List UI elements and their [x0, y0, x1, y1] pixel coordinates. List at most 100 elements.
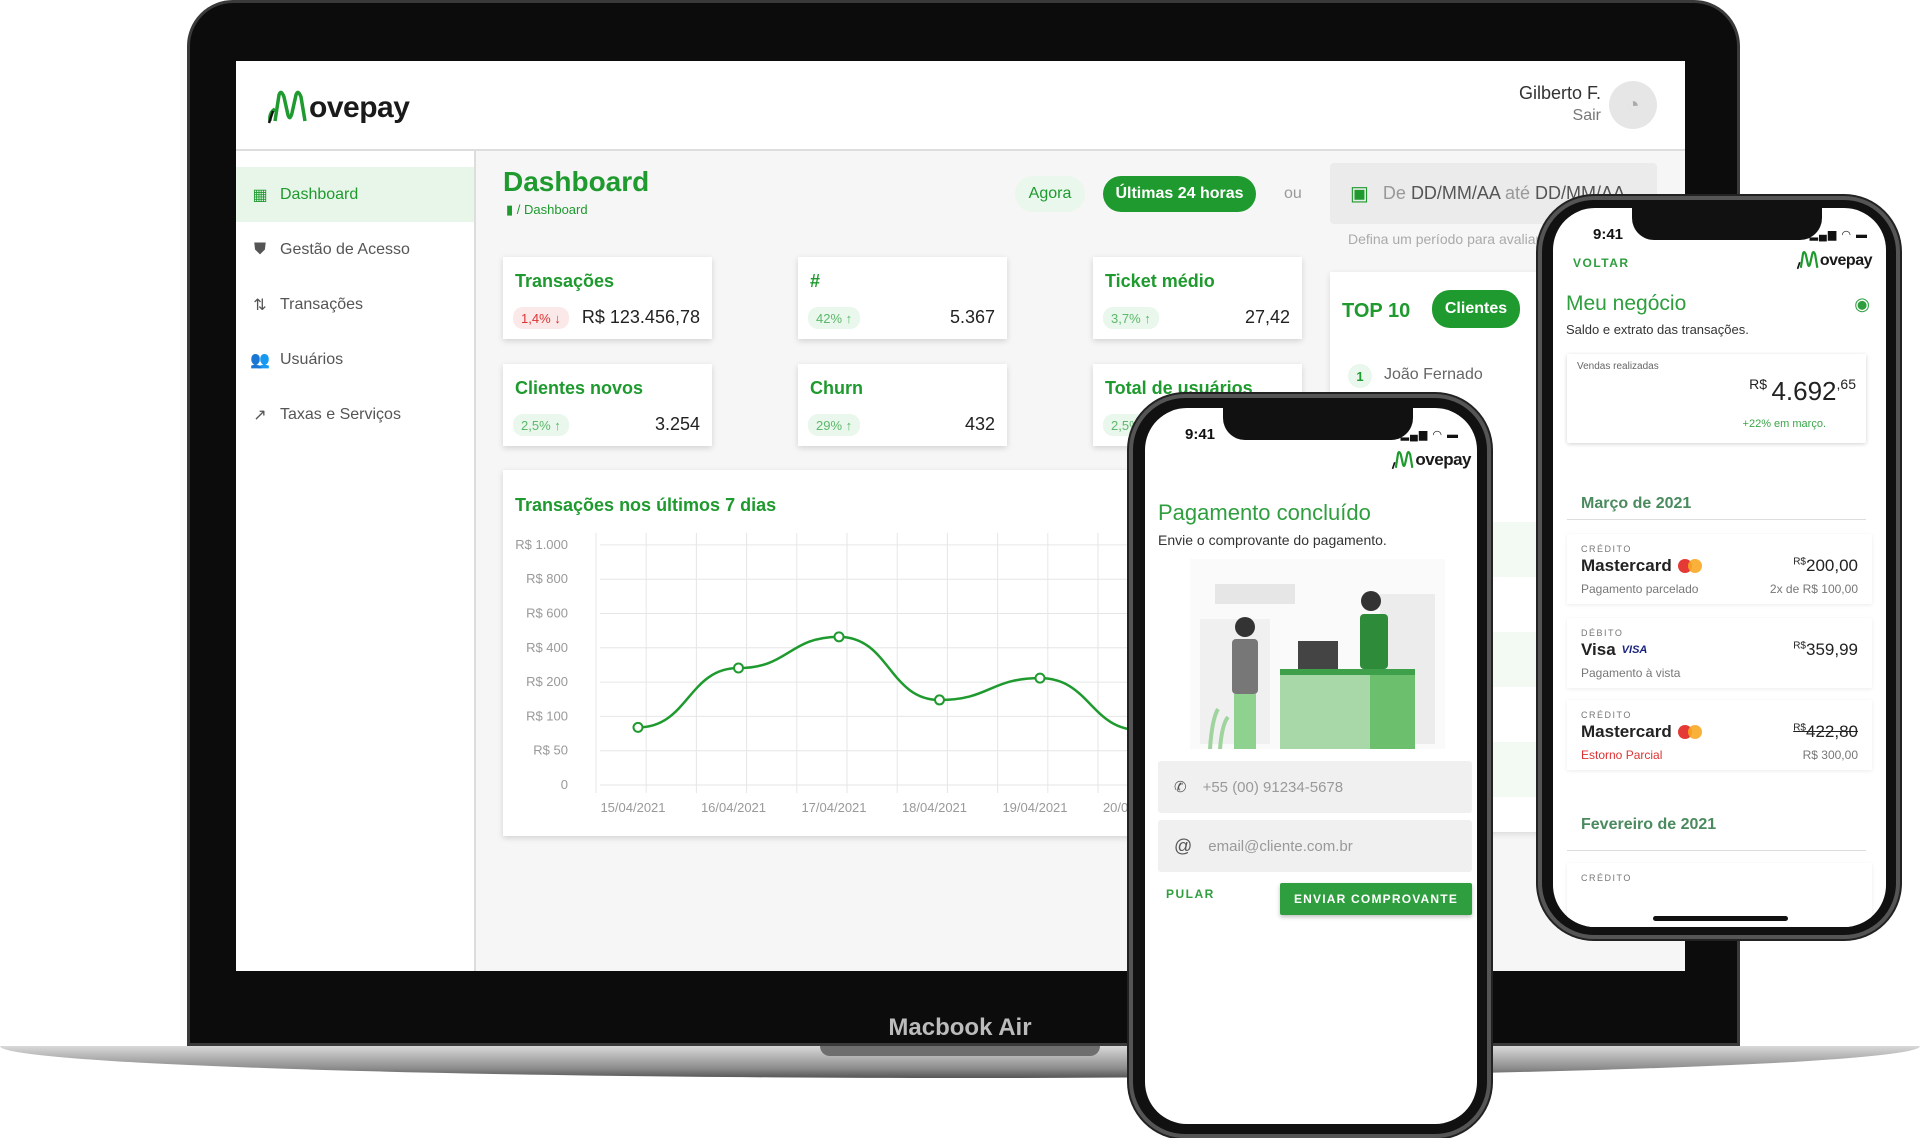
sales-label: Vendas realizadas — [1577, 361, 1659, 372]
logo-m-icon — [1392, 451, 1414, 470]
transaction-item[interactable]: CRÉDITO Mastercard Estorno Parcial R$422… — [1567, 700, 1872, 770]
tx-amount: 200,00 — [1806, 556, 1858, 575]
laptop-hinge — [820, 1046, 1100, 1056]
tx-original-amount: 422,80 — [1806, 722, 1858, 741]
x-tick-label: 19/04/2021 — [1002, 800, 1067, 815]
kpi-trend-badge: 42% ↑ — [808, 307, 861, 329]
top10-clients-tab[interactable]: Clientes — [1432, 290, 1520, 328]
phone-notch — [1631, 208, 1822, 240]
month-header: Março de 2021 — [1581, 495, 1692, 512]
sidebar-item-fees[interactable]: ↗ Taxas e Serviços — [236, 387, 474, 442]
now-filter-button[interactable]: Agora — [1015, 176, 1085, 212]
date-from: DD/MM/AA — [1410, 183, 1500, 203]
logo-m-icon — [267, 90, 307, 124]
date-to-prefix: até — [1504, 183, 1530, 203]
back-button[interactable]: VOLTAR — [1573, 256, 1630, 270]
tx-type: DÉBITO — [1581, 628, 1624, 638]
dashboard-icon: ▦ — [252, 186, 268, 204]
mastercard-icon — [1677, 725, 1704, 739]
kpi-value: 27,42 — [1244, 307, 1290, 327]
tx-refund-status: Estorno Parcial — [1581, 748, 1663, 762]
divider — [1567, 519, 1866, 520]
kpi-card-transactions: Transações 1,4% ↓ R$ 123.456,78 — [503, 257, 712, 339]
phone-icon: ✆ — [1174, 779, 1187, 796]
kpi-title: Transações — [515, 271, 615, 291]
top10-client-name[interactable]: João Fernado — [1384, 366, 1483, 384]
app-logo[interactable]: ovepay — [267, 85, 410, 125]
logo-text: ovepay — [309, 91, 410, 124]
x-tick-label: 17/04/2021 — [801, 800, 866, 815]
phone-input[interactable]: ✆ +55 (00) 91234-5678 — [1158, 761, 1472, 813]
logo-text: ovepay — [1415, 450, 1471, 469]
kpi-value: R$ 123.456,78 — [581, 307, 700, 327]
eye-icon[interactable]: ◉ — [1854, 294, 1870, 315]
page-title: Dashboard — [503, 166, 650, 197]
y-tick-label: R$ 1.000 — [515, 537, 568, 552]
kpi-trend-badge: 2,5% ↑ — [513, 414, 569, 436]
app-logo: ovepay — [1796, 248, 1873, 270]
users-icon: 👥 — [250, 351, 270, 369]
sidebar: ▦ Dashboard ⛊ Gestão de Acesso ⇅ Transações… — [236, 151, 476, 971]
tx-brand: Mastercard — [1581, 556, 1672, 575]
kpi-title: Ticket médio — [1105, 271, 1215, 291]
kpi-title: Churn — [810, 378, 863, 398]
data-point — [733, 662, 744, 674]
tx-description: Pagamento parcelado — [1581, 582, 1699, 596]
app-header: ovepay Gilberto F. Sair ◔ — [236, 61, 1685, 151]
bookmark-icon: ▮ — [506, 202, 517, 217]
status-time: 9:41 — [1185, 426, 1216, 443]
phone-business-screen: 9:41 ▂▄▆ ◠ ▬ VOLTAR ovepay Meu negócio ◉… — [1553, 208, 1886, 927]
tx-type: CRÉDITO — [1581, 873, 1632, 883]
kpi-trend-badge: 3,7% ↑ — [1103, 307, 1159, 329]
device-label: Macbook Air — [888, 1014, 1032, 1041]
user-avatar-icon[interactable]: ◔ — [1609, 81, 1657, 129]
swap-vertical-icon: ⇅ — [253, 296, 267, 314]
tx-detail: 2x de R$ 100,00 — [1769, 582, 1858, 596]
sidebar-item-users[interactable]: 👥 Usuários — [236, 332, 474, 387]
kpi-title: # — [810, 271, 821, 291]
y-tick-label: R$ 800 — [526, 571, 568, 586]
kpi-title: Clientes novos — [515, 378, 644, 398]
tx-description: Pagamento à vista — [1581, 666, 1681, 680]
logout-link[interactable]: Sair — [1573, 107, 1601, 125]
y-tick-label: R$ 200 — [526, 674, 568, 689]
breadcrumb[interactable]: ▮ / Dashboard — [506, 202, 588, 218]
status-time: 9:41 — [1593, 226, 1624, 243]
x-tick-label: 15/04/2021 — [600, 800, 665, 815]
sales-cents: ,65 — [1836, 376, 1856, 392]
y-tick-label: R$ 100 — [526, 708, 568, 723]
breadcrumb-label: / Dashboard — [516, 202, 588, 217]
sidebar-item-label: Taxas e Serviços — [280, 405, 401, 423]
business-subtitle: Saldo e extrato das transações. — [1566, 322, 1749, 337]
kpi-value: 3.254 — [654, 414, 700, 434]
tx-currency: R$ — [1793, 556, 1806, 568]
sidebar-item-transactions[interactable]: ⇅ Transações — [236, 277, 474, 332]
checkout-illustration — [1190, 559, 1445, 749]
transaction-item[interactable]: DÉBITO Visa VISA Pagamento à vista R$359,… — [1567, 618, 1872, 688]
visa-icon: VISA — [1621, 644, 1648, 656]
kpi-card-churn: Churn 29% ↑ 432 — [798, 364, 1007, 446]
phone-notch — [1223, 408, 1413, 440]
last-24h-filter-button[interactable]: Últimas 24 horas — [1103, 176, 1256, 212]
tx-currency: R$ — [1793, 640, 1806, 652]
payment-subtitle: Envie o comprovante do pagamento. — [1158, 532, 1387, 548]
logo-text: ovepay — [1819, 252, 1873, 269]
email-input[interactable]: @ email@cliente.com.br — [1158, 820, 1472, 872]
kpi-card-new-clients: Clientes novos 2,5% ↑ 3.254 — [503, 364, 712, 446]
x-tick-label: 16/04/2021 — [701, 800, 766, 815]
send-receipt-button[interactable]: ENVIAR COMPROVANTE — [1280, 883, 1472, 915]
sidebar-item-label: Dashboard — [280, 185, 359, 203]
tx-brand: Visa — [1581, 640, 1616, 659]
sales-card: Vendas realizadas R$ 4.692,65 +22% em ma… — [1567, 354, 1866, 443]
x-tick-label: 18/04/2021 — [902, 800, 967, 815]
skip-button[interactable]: PULAR — [1166, 887, 1215, 901]
sidebar-item-access[interactable]: ⛊ Gestão de Acesso — [236, 222, 474, 277]
transaction-item[interactable]: CRÉDITO Mastercard Pagamento parcelado R… — [1567, 534, 1872, 604]
home-indicator[interactable] — [1653, 916, 1788, 921]
sidebar-item-label: Usuários — [280, 350, 344, 368]
payment-title: Pagamento concluído — [1158, 500, 1371, 525]
sidebar-item-dashboard[interactable]: ▦ Dashboard — [236, 167, 474, 222]
logo-m-icon — [1796, 251, 1819, 270]
sidebar-item-label: Transações — [280, 295, 363, 313]
data-point — [632, 721, 644, 733]
